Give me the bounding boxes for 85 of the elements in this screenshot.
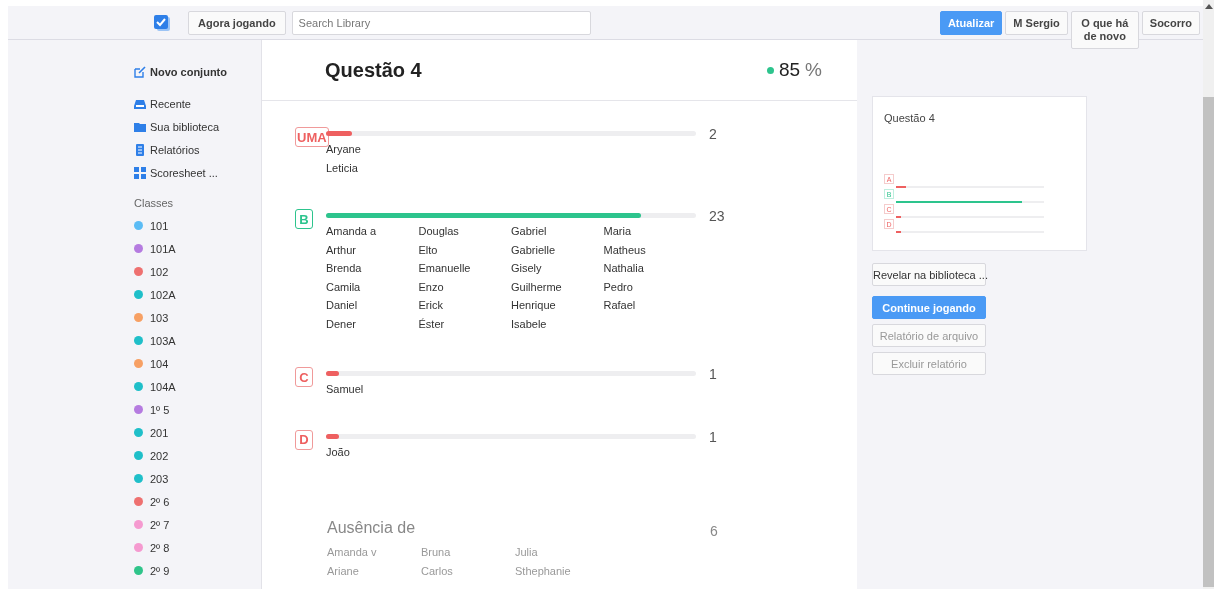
answer-letter: UMA <box>295 127 329 147</box>
student-name: Nathalia <box>603 262 645 276</box>
class-item[interactable]: 104A <box>134 375 261 398</box>
class-item[interactable]: 201 <box>134 421 261 444</box>
class-item[interactable]: 2º 9 <box>134 559 261 582</box>
class-item[interactable]: 104 <box>134 352 261 375</box>
student-name: Bruna <box>421 546 452 560</box>
student-name: Isabele <box>511 317 548 332</box>
section-heading: Classes <box>134 196 175 211</box>
student-name: Emanuelle <box>418 262 472 276</box>
new-set-link[interactable]: Novo conjunto <box>134 60 261 83</box>
student-name: Henrique <box>511 299 557 313</box>
student-name: Camila <box>326 280 362 295</box>
answer-letter: C <box>295 367 313 387</box>
student-name: Maria <box>603 225 632 239</box>
sidebar-item[interactable]: Relatórios <box>134 138 261 161</box>
student-name: Dener <box>326 317 357 332</box>
student-name: Carlos <box>421 564 454 579</box>
student-name: João <box>326 445 351 460</box>
edit-icon <box>134 65 146 78</box>
preview-title: Questão 4 <box>884 112 936 124</box>
class-item[interactable]: 1º 5 <box>134 398 261 421</box>
student-name: Gabriel <box>511 225 548 239</box>
answer-count: 1 <box>709 428 717 445</box>
student-name: Samuel <box>326 383 365 397</box>
student-name: Éster <box>418 317 446 332</box>
student-name: Gabrielle <box>511 243 557 258</box>
header-button[interactable]: M Sergio <box>1005 10 1068 35</box>
student-name: Sthephanie <box>515 564 572 579</box>
question-title: Questão 4 <box>325 58 422 82</box>
class-item[interactable]: 2º 6 <box>134 490 261 513</box>
answer-letter: D <box>295 429 313 450</box>
class-item[interactable]: 203 <box>134 467 261 490</box>
app-logo-icon <box>153 13 171 32</box>
absent-count: 6 <box>710 523 718 539</box>
sidebar-item[interactable]: Sua biblioteca <box>134 115 261 138</box>
class-item[interactable]: 102A <box>134 283 261 306</box>
answer-count: 2 <box>709 126 717 142</box>
tray-icon <box>134 97 146 110</box>
student-name: Matheus <box>603 243 647 258</box>
student-name: Guilherme <box>511 280 563 295</box>
student-name: Erick <box>418 299 444 313</box>
scroll-up-icon[interactable] <box>1204 4 1213 9</box>
class-item[interactable]: 101 <box>134 214 261 237</box>
header-button[interactable]: Socorro <box>1141 10 1200 35</box>
sidebar-item[interactable]: Scoresheet ... <box>134 161 261 184</box>
scrollbar-thumb[interactable] <box>1203 97 1214 587</box>
class-item[interactable]: 102 <box>134 260 261 283</box>
student-name: Gisely <box>511 262 543 276</box>
absent-heading: Ausência de <box>327 519 417 537</box>
student-name: Daniel <box>326 299 359 313</box>
student-name: Amanda v <box>327 546 378 560</box>
student-name: Brenda <box>326 262 363 276</box>
student-name: Pedro <box>603 280 634 295</box>
score-value: 85 <box>778 59 801 81</box>
student-name: Elto <box>418 243 439 258</box>
action-button[interactable]: Revelar na biblioteca ... <box>872 263 986 286</box>
student-name: Amanda a <box>326 225 378 239</box>
folder-icon <box>134 120 146 133</box>
search-field[interactable]: Search Library <box>291 10 591 35</box>
answer-letter: B <box>295 209 313 229</box>
answer-count: 1 <box>709 366 717 382</box>
header-button[interactable]: O que há de novo <box>1070 10 1139 49</box>
sidebar-item[interactable]: Recente <box>134 92 261 115</box>
student-name: Arthur <box>326 243 357 258</box>
student-name: Aryane <box>326 143 362 157</box>
class-item[interactable]: 202 <box>134 444 261 467</box>
class-item[interactable]: 103A <box>134 329 261 352</box>
document-icon <box>134 143 146 156</box>
now-playing-button[interactable]: Agora jogando <box>188 10 286 35</box>
class-item[interactable]: 2º 7 <box>134 513 261 536</box>
scrollbar[interactable] <box>1203 0 1214 589</box>
student-name: Enzo <box>418 280 445 295</box>
score-dot-icon <box>766 66 774 74</box>
answer-count: 23 <box>709 208 725 224</box>
student-name: Douglas <box>418 225 460 239</box>
student-name: Leticia <box>326 161 359 176</box>
student-name: Julia <box>515 546 539 560</box>
student-name: Rafael <box>603 299 637 313</box>
class-item[interactable]: 103 <box>134 306 261 329</box>
student-name: Ariane <box>327 564 360 579</box>
grid-icon <box>134 166 146 179</box>
class-item[interactable]: 101A <box>134 237 261 260</box>
class-item[interactable]: 2º 8 <box>134 536 261 559</box>
score-unit: % <box>805 59 822 81</box>
